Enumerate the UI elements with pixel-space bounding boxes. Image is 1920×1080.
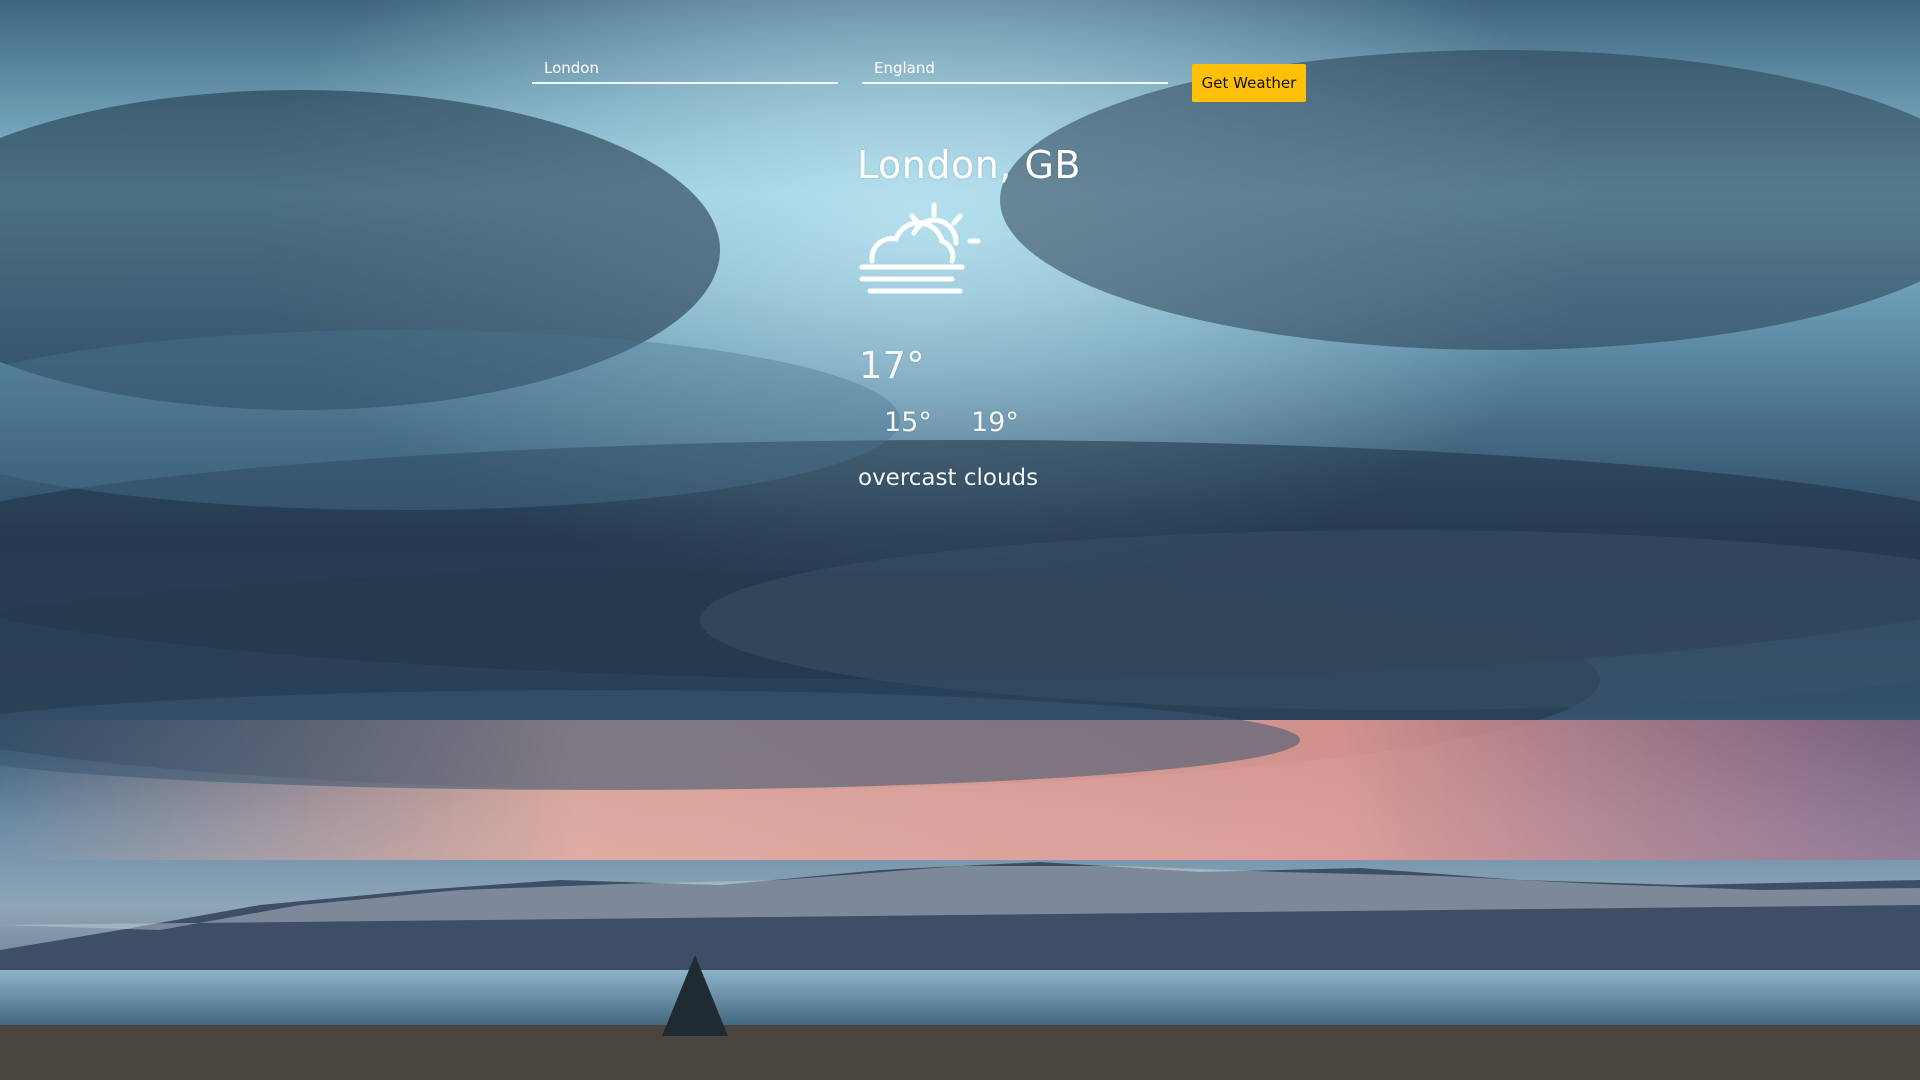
country-input[interactable]: [862, 54, 1168, 84]
location-title: London, GB: [857, 143, 1081, 187]
city-input[interactable]: [532, 54, 838, 84]
weather-app: Get Weather London, GB 17° 15° 19° overc…: [0, 0, 1920, 1080]
sun-behind-clouds-fog-icon: [859, 202, 981, 294]
max-temperature: 19°: [971, 407, 1019, 438]
weather-description: overcast clouds: [858, 465, 1039, 491]
get-weather-button[interactable]: Get Weather: [1192, 64, 1306, 102]
current-temperature: 17°: [859, 344, 925, 387]
min-temperature: 15°: [884, 407, 932, 438]
